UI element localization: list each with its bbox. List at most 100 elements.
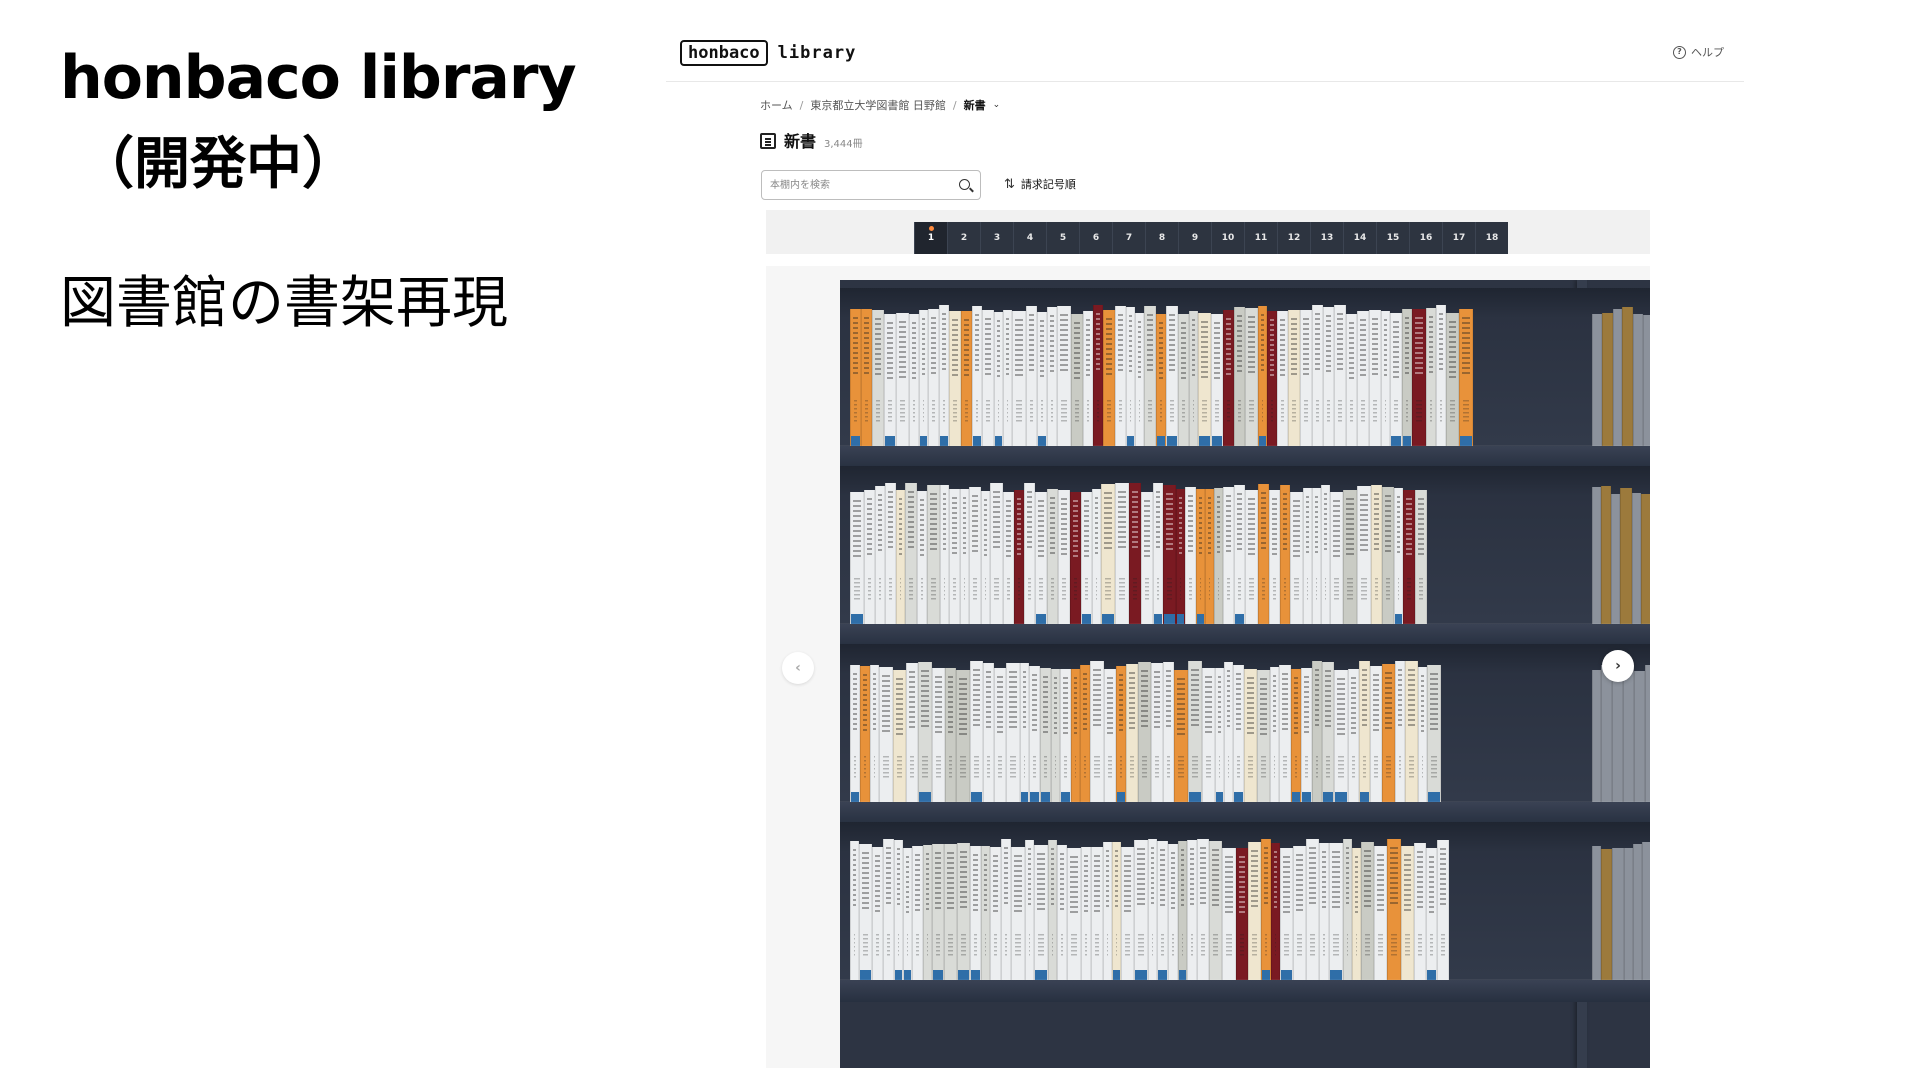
book-spine[interactable]: [1081, 847, 1091, 980]
prev-shelf-button[interactable]: ‹: [782, 652, 814, 684]
book-spine[interactable]: [1359, 661, 1370, 802]
book-spine[interactable]: [1014, 490, 1024, 624]
book-spine[interactable]: [944, 844, 957, 980]
book-spine[interactable]: [884, 314, 896, 446]
book-spine[interactable]: [1187, 840, 1197, 980]
book-spine[interactable]: [1459, 309, 1473, 446]
book-spine[interactable]: [1185, 487, 1196, 624]
book-spine[interactable]: [981, 491, 990, 624]
book-spine[interactable]: [1245, 490, 1258, 624]
book-spine[interactable]: [1205, 489, 1214, 624]
book-spine[interactable]: [1426, 848, 1437, 980]
book-spine[interactable]: [990, 847, 1001, 980]
book-spine[interactable]: [1267, 311, 1277, 446]
help-link[interactable]: ? ヘルプ: [1673, 44, 1724, 60]
book-spine[interactable]: [870, 665, 879, 802]
book-spine[interactable]: [1092, 489, 1101, 624]
book-spine[interactable]: [1277, 311, 1288, 446]
page-button-6[interactable]: 6: [1079, 222, 1112, 254]
book-spine[interactable]: [1248, 842, 1261, 980]
book-spine[interactable]: [1163, 662, 1174, 802]
book-spine[interactable]: [1371, 485, 1382, 624]
book-spine[interactable]: [981, 846, 990, 980]
book-spine[interactable]: [1257, 670, 1270, 802]
book-spine[interactable]: [1402, 309, 1412, 446]
book-spine[interactable]: [1343, 490, 1357, 624]
book-spine[interactable]: [1135, 313, 1144, 446]
book-spine[interactable]: [1300, 310, 1312, 446]
page-button-12[interactable]: 12: [1277, 222, 1310, 254]
book-spine[interactable]: [939, 305, 949, 446]
book-spine[interactable]: [1412, 309, 1426, 446]
book-spine[interactable]: [1348, 669, 1359, 802]
book-spine[interactable]: [1312, 488, 1321, 624]
book-spine[interactable]: [1040, 668, 1051, 802]
book-spine[interactable]: [1116, 666, 1126, 802]
next-shelf-button[interactable]: ›: [1602, 650, 1634, 682]
book-spine[interactable]: [1083, 311, 1093, 446]
book-spine[interactable]: [1418, 667, 1427, 802]
book-spine[interactable]: [1003, 492, 1014, 624]
book-spine[interactable]: [932, 668, 945, 802]
book-spine[interactable]: [885, 483, 896, 624]
book-spine[interactable]: [893, 670, 906, 802]
book-spine[interactable]: [940, 485, 949, 624]
book-spine[interactable]: [1112, 842, 1121, 980]
book-spine[interactable]: [1271, 843, 1280, 980]
logo[interactable]: honbaco library: [680, 40, 856, 66]
book-spine[interactable]: [1215, 668, 1224, 802]
book-spine[interactable]: [1196, 489, 1205, 624]
book-spine[interactable]: [1001, 839, 1011, 980]
book-spine[interactable]: [1387, 839, 1401, 980]
book-spine[interactable]: [1047, 489, 1058, 624]
book-spine[interactable]: [1323, 307, 1334, 446]
book-spine[interactable]: [970, 846, 981, 980]
book-spine[interactable]: [1080, 665, 1090, 802]
book-spine[interactable]: [1244, 669, 1257, 802]
book-spine[interactable]: [983, 663, 994, 802]
book-spine[interactable]: [1138, 662, 1151, 802]
book-spine[interactable]: [957, 843, 970, 980]
book-spine[interactable]: [1115, 483, 1129, 624]
book-spine[interactable]: [1382, 664, 1395, 802]
book-spine[interactable]: [1403, 490, 1415, 624]
book-spine[interactable]: [1415, 490, 1427, 624]
book-spine[interactable]: [972, 306, 982, 446]
book-spine[interactable]: [1034, 845, 1048, 980]
page-button-9[interactable]: 9: [1178, 222, 1211, 254]
book-spine[interactable]: [1153, 483, 1163, 624]
book-spine[interactable]: [1280, 485, 1290, 624]
book-spine[interactable]: [1369, 310, 1381, 446]
book-spine[interactable]: [928, 309, 939, 446]
book-spine[interactable]: [1280, 848, 1293, 980]
book-spine[interactable]: [1222, 848, 1236, 980]
book-spine[interactable]: [1168, 844, 1178, 980]
book-spine[interactable]: [861, 309, 872, 446]
book-spine[interactable]: [883, 839, 894, 980]
book-spine[interactable]: [1081, 492, 1092, 624]
book-spine[interactable]: [912, 846, 923, 980]
book-spine[interactable]: [905, 483, 917, 624]
book-spine[interactable]: [923, 845, 932, 980]
book-spine[interactable]: [1414, 843, 1426, 980]
book-spine[interactable]: [1234, 307, 1245, 446]
page-button-4[interactable]: 4: [1013, 222, 1046, 254]
book-spine[interactable]: [919, 310, 928, 446]
book-spine[interactable]: [1093, 305, 1103, 446]
book-spine[interactable]: [1151, 663, 1163, 802]
book-spine[interactable]: [1301, 668, 1312, 802]
book-spine[interactable]: [850, 309, 861, 446]
book-spine[interactable]: [1006, 663, 1020, 802]
book-spine[interactable]: [1319, 843, 1329, 980]
book-spine[interactable]: [1051, 669, 1060, 802]
book-spine[interactable]: [982, 310, 994, 446]
book-spine[interactable]: [1071, 669, 1080, 802]
book-spine[interactable]: [1176, 489, 1185, 624]
book-spine[interactable]: [1394, 488, 1403, 624]
book-spine[interactable]: [1427, 665, 1441, 802]
page-button-18[interactable]: 18: [1475, 222, 1508, 254]
book-spine[interactable]: [1029, 666, 1040, 802]
book-spine[interactable]: [1211, 314, 1223, 446]
book-spine[interactable]: [1405, 661, 1418, 802]
book-spine[interactable]: [1057, 845, 1067, 980]
